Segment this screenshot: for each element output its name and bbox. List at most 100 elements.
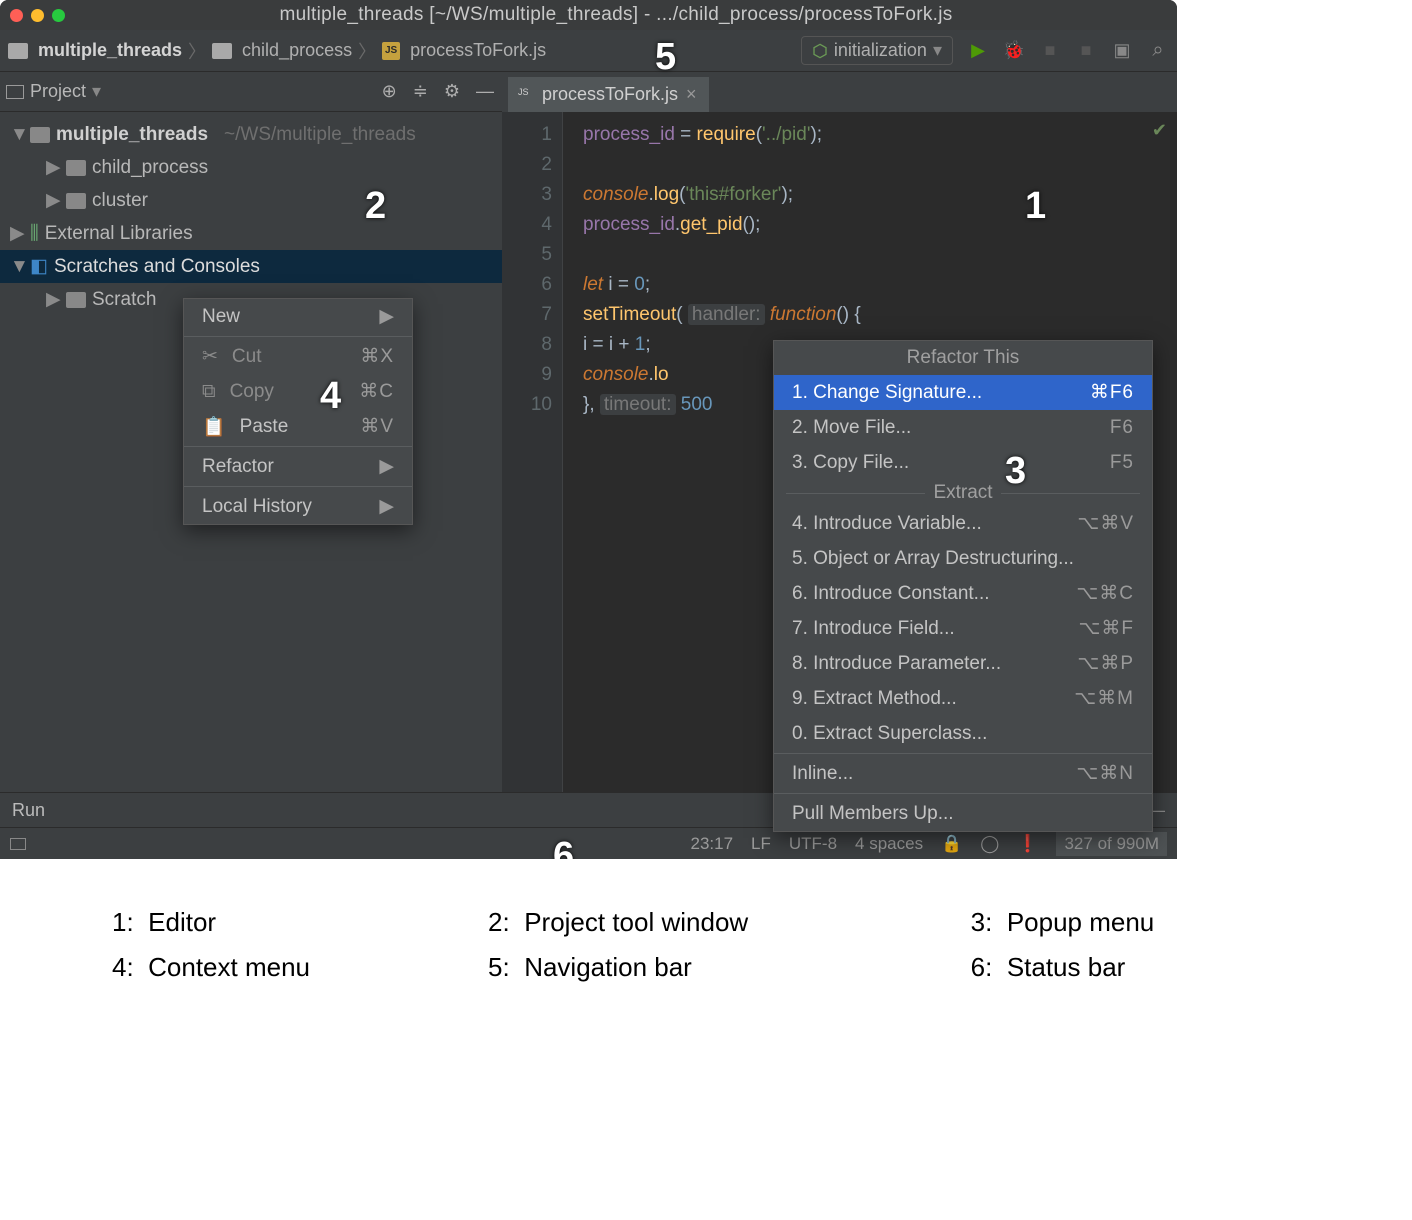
menu-separator bbox=[774, 753, 1152, 754]
menu-refactor[interactable]: Refactor▶ bbox=[184, 449, 412, 484]
refactor-popup[interactable]: Refactor This 1. Change Signature...⌘F6 … bbox=[773, 340, 1153, 832]
callout-number: 1 bbox=[1025, 185, 1046, 228]
indent-settings[interactable]: 4 spaces bbox=[855, 834, 923, 854]
folder-icon bbox=[212, 43, 232, 59]
collapse-all-icon[interactable]: ≑ bbox=[413, 81, 428, 102]
menu-paste[interactable]: 📋Paste⌘V bbox=[184, 409, 412, 444]
hide-icon[interactable]: — bbox=[476, 81, 494, 102]
tree-root[interactable]: ▼multiple_threads~/WS/multiple_threads bbox=[0, 118, 502, 151]
cut-icon: ✂ bbox=[202, 345, 218, 368]
editor-tabs: JS processToFork.js × bbox=[502, 72, 1177, 112]
editor-tab[interactable]: JS processToFork.js × bbox=[508, 77, 709, 112]
callout-number: 5 bbox=[655, 36, 676, 79]
copy-icon: ⧉ bbox=[202, 381, 216, 403]
js-file-icon: JS bbox=[518, 87, 534, 103]
traffic-lights bbox=[10, 9, 65, 22]
callout-number: 2 bbox=[365, 185, 386, 228]
menu-separator bbox=[184, 336, 412, 337]
folder-icon bbox=[30, 127, 50, 143]
breadcrumb-root[interactable]: multiple_threads bbox=[38, 40, 182, 61]
chevron-right-icon: 〉 bbox=[188, 38, 206, 64]
breadcrumb-file[interactable]: processToFork.js bbox=[410, 40, 546, 61]
js-file-icon: JS bbox=[382, 42, 400, 60]
menu-copy[interactable]: ⧉Copy⌘C bbox=[184, 374, 412, 409]
project-tree[interactable]: ▼multiple_threads~/WS/multiple_threads ▶… bbox=[0, 112, 502, 322]
folder-icon bbox=[66, 292, 86, 308]
maximize-icon[interactable] bbox=[52, 9, 65, 22]
tree-scratches[interactable]: ▼◧Scratches and Consoles bbox=[0, 250, 502, 283]
refactor-introduce-parameter[interactable]: 8. Introduce Parameter...⌥⌘P bbox=[774, 646, 1152, 681]
notifications-icon[interactable]: ◯ bbox=[980, 834, 999, 854]
project-view-icon[interactable] bbox=[6, 85, 24, 99]
run-button[interactable]: ▶ bbox=[967, 40, 989, 62]
refactor-copy-file[interactable]: 3. Copy File...F5 bbox=[774, 445, 1152, 480]
chevron-right-icon: 〉 bbox=[358, 38, 376, 64]
breadcrumb-folder[interactable]: child_process bbox=[242, 40, 352, 61]
navigation-bar: multiple_threads 〉 child_process 〉 JS pr… bbox=[0, 30, 1177, 72]
problems-icon[interactable]: ❗ bbox=[1017, 834, 1038, 854]
chevron-down-icon[interactable]: ▾ bbox=[92, 81, 101, 102]
nodejs-icon bbox=[812, 43, 828, 59]
menu-separator bbox=[184, 446, 412, 447]
refactor-change-signature[interactable]: 1. Change Signature...⌘F6 bbox=[774, 375, 1152, 410]
tree-item[interactable]: ▶child_process bbox=[0, 151, 502, 184]
scratches-icon: ◧ bbox=[30, 255, 48, 278]
context-menu[interactable]: New▶ ✂Cut⌘X ⧉Copy⌘C 📋Paste⌘V Refactor▶ L… bbox=[183, 298, 413, 525]
refactor-extract-superclass[interactable]: 0. Extract Superclass... bbox=[774, 716, 1152, 751]
locate-icon[interactable]: ⊕ bbox=[382, 81, 397, 102]
run-config-label: initialization bbox=[834, 40, 927, 61]
refactor-inline[interactable]: Inline...⌥⌘N bbox=[774, 756, 1152, 791]
menu-separator bbox=[774, 793, 1152, 794]
window-titlebar: multiple_threads [~/WS/multiple_threads]… bbox=[0, 0, 1177, 30]
project-panel-title[interactable]: Project bbox=[30, 81, 86, 102]
popup-section-label: Extract bbox=[933, 482, 992, 504]
popup-title: Refactor This bbox=[774, 341, 1152, 375]
refactor-destructuring[interactable]: 5. Object or Array Destructuring... bbox=[774, 541, 1152, 576]
line-separator[interactable]: LF bbox=[751, 834, 771, 854]
submenu-arrow-icon: ▶ bbox=[379, 455, 394, 478]
file-encoding[interactable]: UTF-8 bbox=[789, 834, 837, 854]
stop-all-button[interactable]: ■ bbox=[1075, 40, 1097, 62]
window-title: multiple_threads [~/WS/multiple_threads]… bbox=[65, 4, 1167, 26]
ide-window: multiple_threads [~/WS/multiple_threads]… bbox=[0, 0, 1177, 859]
refactor-move-file[interactable]: 2. Move File...F6 bbox=[774, 410, 1152, 445]
tree-item[interactable]: ▶cluster bbox=[0, 184, 502, 217]
tool-windows-icon[interactable] bbox=[10, 838, 26, 850]
minimize-icon[interactable] bbox=[31, 9, 44, 22]
paste-icon: 📋 bbox=[202, 415, 226, 439]
menu-local-history[interactable]: Local History▶ bbox=[184, 489, 412, 524]
legend: 1: Editor 2: Project tool window 3: Popu… bbox=[0, 859, 1412, 1031]
stop-button[interactable]: ■ bbox=[1039, 40, 1061, 62]
run-panel-label: Run bbox=[12, 800, 45, 821]
refactor-extract-method[interactable]: 9. Extract Method...⌥⌘M bbox=[774, 681, 1152, 716]
menu-cut[interactable]: ✂Cut⌘X bbox=[184, 339, 412, 374]
refactor-introduce-constant[interactable]: 6. Introduce Constant...⌥⌘C bbox=[774, 576, 1152, 611]
menu-separator bbox=[184, 486, 412, 487]
refactor-pull-members-up[interactable]: Pull Members Up... bbox=[774, 796, 1152, 831]
memory-indicator[interactable]: 327 of 990M bbox=[1056, 832, 1167, 856]
breadcrumbs[interactable]: multiple_threads 〉 child_process 〉 JS pr… bbox=[8, 38, 546, 64]
run-config-selector[interactable]: initialization ▾ bbox=[801, 36, 953, 65]
callout-number: 6 bbox=[553, 835, 574, 859]
library-icon: ⫼ bbox=[30, 223, 39, 245]
refactor-introduce-field[interactable]: 7. Introduce Field...⌥⌘F bbox=[774, 611, 1152, 646]
settings-icon[interactable]: ⚙ bbox=[444, 81, 460, 102]
close-tab-icon[interactable]: × bbox=[686, 84, 697, 105]
debug-button[interactable]: 🐞 bbox=[1003, 40, 1025, 62]
cursor-position[interactable]: 23:17 bbox=[690, 834, 733, 854]
readonly-lock-icon[interactable]: 🔒 bbox=[941, 834, 962, 854]
tree-external-libraries[interactable]: ▶⫼External Libraries bbox=[0, 217, 502, 250]
folder-icon bbox=[66, 160, 86, 176]
close-icon[interactable] bbox=[10, 9, 23, 22]
menu-new[interactable]: New▶ bbox=[184, 299, 412, 334]
callout-number: 4 bbox=[320, 375, 341, 418]
run-anything-button[interactable]: ▣ bbox=[1111, 40, 1133, 62]
line-gutter: 12345678910 bbox=[502, 112, 562, 792]
submenu-arrow-icon: ▶ bbox=[379, 305, 394, 328]
tab-filename: processToFork.js bbox=[542, 84, 678, 105]
search-icon[interactable]: ⌕ bbox=[1147, 40, 1169, 62]
project-panel-header: Project ▾ ⊕ ≑ ⚙ — bbox=[0, 72, 502, 112]
callout-number: 3 bbox=[1005, 450, 1026, 493]
folder-icon bbox=[66, 193, 86, 209]
refactor-introduce-variable[interactable]: 4. Introduce Variable...⌥⌘V bbox=[774, 506, 1152, 541]
